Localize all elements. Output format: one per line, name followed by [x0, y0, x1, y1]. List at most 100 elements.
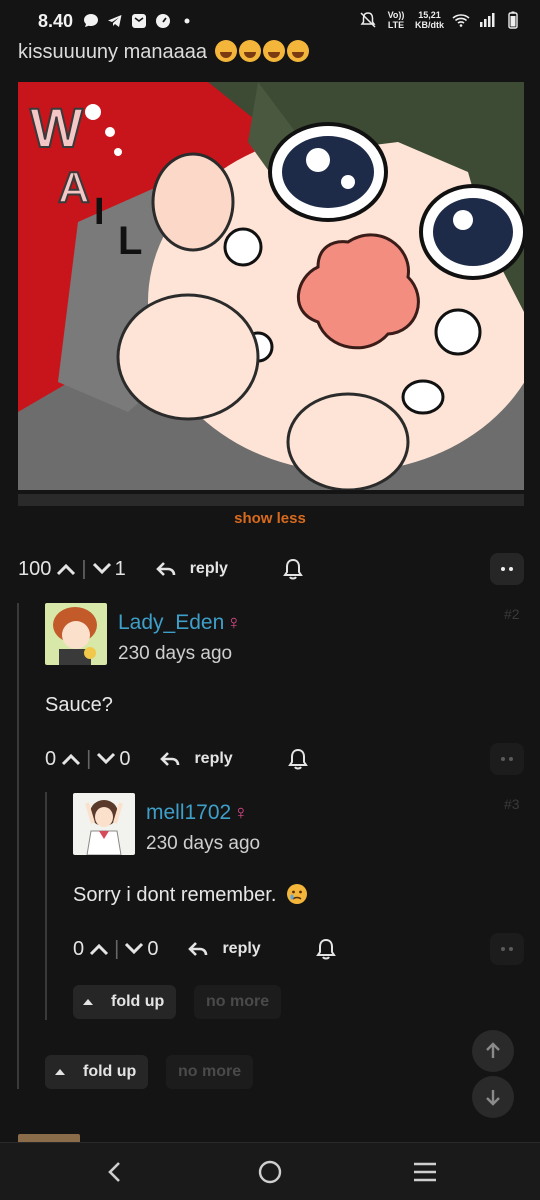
post-text-content: kissuuuuny manaaaa [18, 41, 208, 63]
thread-line-level2 [45, 792, 47, 1020]
upvote-icon[interactable] [60, 751, 82, 767]
speed-value: 15,21 [418, 10, 441, 20]
reply-button[interactable]: reply [160, 750, 233, 768]
scroll-down-button[interactable] [472, 1076, 514, 1118]
wail-letter-w: W [30, 96, 83, 159]
downvote-icon[interactable] [91, 561, 113, 577]
downvote-count: 1 [114, 557, 126, 580]
show-less-button[interactable]: show less [0, 510, 540, 527]
downvote-count: 0 [119, 747, 131, 770]
reply-label: reply [189, 560, 228, 577]
caret-up-icon [55, 1069, 65, 1075]
avatar-lady-eden[interactable] [45, 603, 107, 665]
reply-button[interactable]: reply [188, 940, 261, 958]
upvote-count: 0 [73, 937, 85, 960]
thread-line-level1 [17, 603, 19, 1089]
comment-more-options-button[interactable] [490, 743, 524, 775]
reply-arrow-icon [160, 752, 180, 766]
system-icons: Vo)) LTE 15,21 KB/dtk [359, 10, 522, 30]
battery-icon [508, 11, 518, 29]
post-vote-row: 100 | 1 reply [18, 554, 304, 584]
scroll-up-button[interactable] [472, 1030, 514, 1072]
no-more-button[interactable]: no more [166, 1055, 254, 1089]
reply-label: reply [222, 940, 261, 957]
nav-recents-button[interactable] [410, 1157, 440, 1187]
home-icon [258, 1160, 282, 1184]
fold-up-button[interactable]: fold up [73, 985, 177, 1019]
upvote-count: 100 [18, 557, 52, 580]
female-symbol-icon: ♀ [226, 612, 242, 634]
username-text: Lady_Eden [118, 611, 225, 634]
wail-letter-i: I [94, 191, 105, 233]
comment-timestamp: 230 days ago [118, 643, 233, 664]
bell-icon[interactable] [282, 557, 304, 581]
avatar-image [45, 603, 107, 665]
post-more-options-button[interactable] [490, 553, 524, 585]
speed-unit: KB/dtk [415, 20, 444, 30]
avatar-mell1702[interactable] [73, 793, 135, 855]
network-label: Vo)) LTE [387, 10, 405, 30]
next-comment-avatar[interactable] [18, 1134, 80, 1142]
comment-text-content: Sorry i dont remember. [73, 884, 277, 906]
mute-bell-icon [360, 12, 376, 28]
comment-number[interactable]: #3 [504, 796, 520, 812]
comment-number[interactable]: #2 [504, 606, 520, 622]
arrow-down-icon [486, 1090, 500, 1106]
back-icon [108, 1162, 120, 1182]
status-time: 8.40 [38, 11, 74, 31]
reply-arrow-icon [155, 562, 176, 576]
loudly-crying-face-icon [238, 40, 261, 62]
wifi-icon [452, 14, 470, 27]
menu-icon [414, 1162, 436, 1182]
caret-up-icon [83, 999, 93, 1005]
anime-wail-illustration: W A I L [18, 82, 524, 490]
comment-vote-row: 0 | 0 reply [45, 744, 309, 774]
reply-arrow-icon [188, 942, 208, 956]
nav-back-button[interactable] [100, 1157, 130, 1187]
mail-icon [132, 14, 146, 28]
avatar-image [73, 793, 135, 855]
no-more-button[interactable]: no more [194, 985, 282, 1019]
upvote-icon[interactable] [88, 941, 110, 957]
fold-up-button[interactable]: fold up [45, 1055, 149, 1089]
username-mell1702[interactable]: mell1702 ♀ [146, 801, 248, 825]
reply-button[interactable]: reply [155, 560, 228, 578]
telegram-icon [108, 15, 122, 27]
username-lady-eden[interactable]: Lady_Eden ♀ [118, 611, 241, 635]
comment-text: Sorry i dont remember. [73, 883, 308, 907]
fold-up-label: fold up [83, 1063, 137, 1080]
notification-icons [82, 12, 196, 30]
female-symbol-icon: ♀ [233, 802, 249, 824]
bell-icon[interactable] [315, 937, 337, 961]
post-text: kissuuuuny manaaaa [18, 40, 309, 64]
signal-icon [480, 13, 495, 27]
system-navigation-bar [0, 1142, 540, 1200]
downvote-icon[interactable] [95, 751, 117, 767]
vote-separator: | [86, 747, 92, 770]
crying-face-icon [286, 884, 307, 904]
post-image[interactable]: W A I L [18, 82, 524, 490]
comment-timestamp: 230 days ago [146, 833, 261, 854]
vote-separator: | [114, 937, 120, 960]
loudly-crying-face-icon [262, 40, 285, 62]
upvote-icon[interactable] [55, 561, 77, 577]
nav-home-button[interactable] [255, 1157, 285, 1187]
status-bar: 8.40 Vo)) LTE 15,21 KB/dtk [0, 0, 540, 44]
downvote-icon[interactable] [123, 941, 145, 957]
fold-up-label: fold up [111, 993, 165, 1010]
wail-letter-l: L [118, 219, 142, 263]
wail-letter-a: A [58, 163, 90, 212]
vote-separator: | [81, 557, 87, 580]
loudly-crying-face-icon [286, 40, 309, 62]
image-scrollbar[interactable] [18, 494, 524, 506]
arrow-up-icon [486, 1042, 500, 1058]
reply-label: reply [194, 750, 233, 767]
comment-more-options-button[interactable] [490, 933, 524, 965]
data-speed: 15,21 KB/dtk [415, 10, 444, 30]
upvote-count: 0 [45, 747, 57, 770]
dot-icon [184, 18, 190, 24]
speedometer-icon [156, 14, 170, 28]
comment-text: Sauce? [45, 694, 113, 716]
downvote-count: 0 [147, 937, 159, 960]
bell-icon[interactable] [287, 747, 309, 771]
